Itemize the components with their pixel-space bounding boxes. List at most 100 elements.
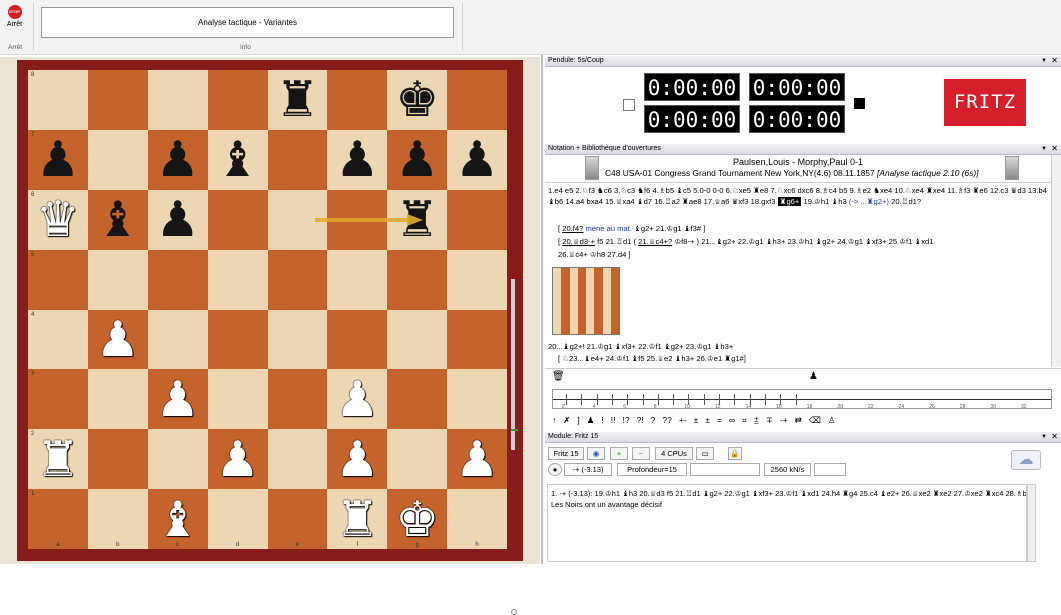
var1-move[interactable]: 20.f4? [562, 224, 583, 233]
annotation-symbol-button[interactable]: ? [651, 415, 656, 425]
annotation-symbol-button[interactable]: !! [611, 415, 616, 425]
var2-move[interactable]: 20.♕d3-+ [562, 237, 595, 246]
square-g8[interactable]: ♚ [387, 70, 448, 130]
black-pawn-icon[interactable]: ♟ [335, 135, 379, 184]
annotation-symbol-button[interactable]: ✗ [563, 415, 570, 426]
square-e8[interactable]: ♜ [267, 70, 328, 130]
square-d3[interactable] [207, 369, 268, 430]
resize-handle[interactable] [511, 609, 517, 615]
engine-window-icon[interactable]: ▭ [696, 447, 714, 460]
notation-scrollbar[interactable] [1051, 155, 1061, 367]
white-pawn-icon[interactable]: ♟ [156, 375, 200, 424]
square-h5[interactable] [447, 249, 507, 310]
annotation-symbol-button[interactable]: ! [601, 415, 603, 425]
engine-scrollbar[interactable] [1027, 484, 1036, 562]
annotation-symbol-button[interactable]: ?! [637, 415, 644, 425]
panel-menu-icon[interactable]: ▼ [1041, 432, 1047, 442]
square-e3[interactable] [267, 369, 328, 430]
square-c7[interactable]: ♟ [147, 129, 208, 190]
square-a5[interactable]: 5 [28, 249, 88, 310]
white-rook-icon[interactable]: ♜ [335, 495, 379, 544]
black-pawn-icon[interactable]: ♟ [395, 135, 439, 184]
square-b2[interactable] [87, 429, 148, 490]
pane-separator[interactable] [541, 55, 543, 564]
board-scrollbar[interactable] [511, 279, 515, 450]
line3-move-2[interactable]: 20.♖d1? [891, 197, 921, 206]
white-king-icon[interactable]: ♚ [395, 495, 439, 544]
annotation-symbol-button[interactable]: = [717, 415, 722, 425]
variation-2[interactable]: [ 20.♕d3-+ f5 21.♖d1 ( 21.♕c4+? ♔f8-+ ) … [558, 236, 1048, 247]
square-h7[interactable]: ♟ [447, 129, 507, 190]
square-b6[interactable]: ♝ [87, 189, 148, 250]
black-king-icon[interactable]: ♚ [395, 75, 439, 124]
square-c2[interactable] [147, 429, 208, 490]
square-h8[interactable] [447, 70, 507, 130]
annotation-symbol-button[interactable]: !? [622, 415, 629, 425]
square-f5[interactable] [327, 249, 388, 310]
square-g1[interactable]: ♚ g [387, 489, 448, 549]
white-pawn-icon[interactable]: ♟ [335, 375, 379, 424]
black-pawn-icon[interactable]: ♟ [36, 135, 80, 184]
var2-moves-2[interactable]: ♔f8-+ ) 21...♝g2+ 22.♔g1 ♝h3+ 23.♔h1 ♝g2… [674, 237, 933, 246]
main-line-moves-2[interactable]: 19.♔h1 [803, 197, 829, 206]
black-rook-icon[interactable]: ♜ [275, 75, 319, 124]
move-20-line[interactable]: 20...♝g2+! 21.♔g1 ♝xf3+ 22.♔f1 ♝g2+ 23.♔… [548, 341, 1038, 352]
square-e2[interactable] [267, 429, 328, 490]
annotation-symbol-button[interactable]: ± [694, 415, 699, 425]
variation-2-cont[interactable]: 26.♕c4+ ♔h8 27.d4 ] [558, 249, 1048, 260]
square-c1[interactable]: ♝ c [147, 489, 208, 549]
square-e7[interactable] [267, 129, 328, 190]
annotation-symbol-button[interactable]: ⌗ [742, 415, 747, 426]
engine-status-icon[interactable]: ● [548, 463, 562, 476]
square-b4[interactable]: ♟ [87, 309, 148, 370]
square-g3[interactable] [387, 369, 448, 430]
panel-close-icon[interactable]: ✕ [1051, 56, 1058, 66]
panel-close-icon[interactable]: ✕ [1051, 432, 1058, 442]
square-d2[interactable]: ♟ [207, 429, 268, 490]
current-move[interactable]: ♜g6+ [777, 197, 802, 206]
variation-3[interactable]: [ ♘23...♝e4+ 24.♔f1 ♝f5 25.♕e2 ♝h3+ 26.♔… [558, 353, 1048, 364]
square-b8[interactable] [87, 70, 148, 130]
lock-icon[interactable]: 🔒 [728, 447, 742, 460]
cloud-icon[interactable]: ☁ [1011, 450, 1041, 470]
square-d1[interactable]: d [207, 489, 268, 549]
trash-icon[interactable]: 🗑 [552, 371, 565, 382]
square-c4[interactable] [147, 309, 208, 370]
game-timeline[interactable]: 2 4 6 8 10 12 14 16 18 20 22 24 26 28 30 32 [552, 389, 1052, 410]
annotation-symbol-button[interactable]: +- [679, 415, 687, 425]
square-d6[interactable] [207, 189, 268, 250]
annotation-symbol-button[interactable]: ] [577, 415, 579, 425]
panel-menu-icon[interactable]: ▼ [1041, 56, 1047, 66]
square-e4[interactable] [267, 309, 328, 370]
engine-settings-icon[interactable]: ◉ [587, 447, 605, 460]
annotation-symbol-button[interactable]: ⩲ [754, 415, 759, 426]
white-pawn-icon[interactable]: ♟ [216, 435, 260, 484]
chess-board[interactable]: 8♜♚♟7♟♝♟♟♟♛6♝♟♜54♟3♟♟♜2♟♟♟1ab♝cde♜f♚gh [28, 70, 507, 549]
annotation-symbol-button[interactable]: ⌫ [809, 415, 821, 426]
line3-move[interactable]: ♝h3 [831, 197, 846, 206]
black-pawn-icon[interactable]: ♟ [455, 135, 499, 184]
black-pawn-icon[interactable]: ♟ [156, 195, 200, 244]
square-a2[interactable]: ♜ 2 [28, 429, 88, 490]
var1-moves[interactable]: ♝g2+ 21.♔g1 ♝f3# [634, 224, 701, 233]
white-pawn-icon[interactable]: ♟ [335, 435, 379, 484]
annotation-symbol-button[interactable]: -+ [780, 415, 788, 425]
annotation-symbol-button[interactable]: ⇄ [795, 415, 802, 426]
square-a4[interactable]: 4 [28, 309, 88, 370]
square-h6[interactable] [447, 189, 507, 250]
square-f4[interactable] [327, 309, 388, 370]
square-g5[interactable] [387, 249, 448, 310]
black-pawn-icon[interactable]: ♟ [156, 135, 200, 184]
square-b3[interactable] [87, 369, 148, 430]
white-rook-icon[interactable]: ♜ [36, 435, 80, 484]
square-e5[interactable] [267, 249, 328, 310]
white-bishop-icon[interactable]: ♝ [156, 495, 200, 544]
annotation-symbol-button[interactable]: ↑ [552, 415, 556, 425]
square-g2[interactable] [387, 429, 448, 490]
square-e1[interactable]: e [267, 489, 328, 549]
square-d4[interactable] [207, 309, 268, 370]
square-a6[interactable]: ♛ 6 [28, 189, 88, 250]
square-c6[interactable]: ♟ [147, 189, 208, 250]
annotation-symbol-button[interactable]: ± [705, 415, 710, 425]
var2-sub[interactable]: 21.♕c4+? [638, 237, 672, 246]
